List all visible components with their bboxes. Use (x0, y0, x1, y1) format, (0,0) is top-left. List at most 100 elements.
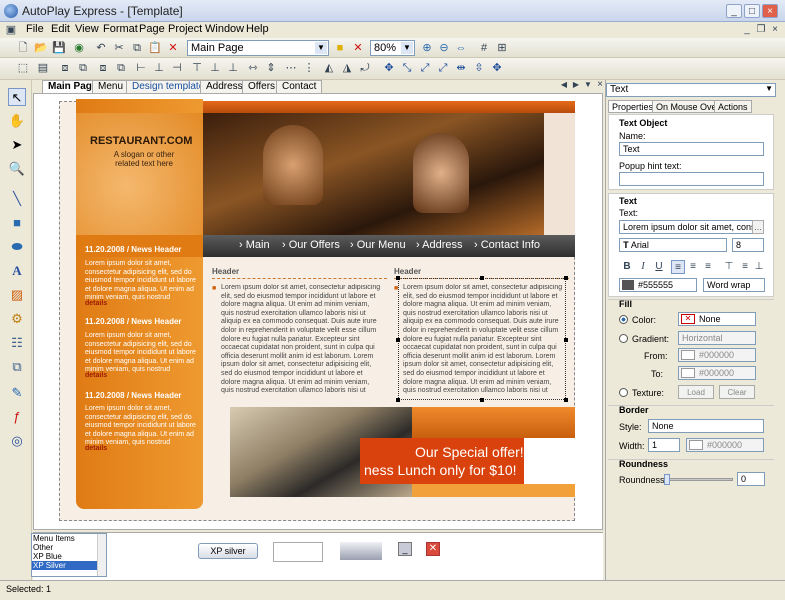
cut-icon[interactable]: ✂ (112, 41, 126, 55)
style-preview-button[interactable]: XP silver (198, 543, 258, 559)
nav-item-menu[interactable]: › Our Menu (350, 239, 406, 251)
italic-icon[interactable]: I (636, 260, 650, 274)
menu-view[interactable]: View (75, 23, 99, 35)
close-button[interactable]: × (762, 4, 778, 18)
nav-item-main[interactable]: › Main (239, 239, 270, 251)
list-item[interactable]: XP Blue (32, 552, 106, 561)
select-all-icon[interactable]: ⬚ (16, 61, 30, 75)
resize-handle[interactable] (396, 338, 400, 342)
transform-icon[interactable]: ✥ (382, 61, 396, 75)
nav-item-address[interactable]: › Address (416, 239, 462, 251)
font-select[interactable]: 𝐓 Arial (619, 238, 727, 252)
paragraph-icon[interactable]: ✎ (8, 384, 26, 402)
gradient-to-select[interactable]: #000000 (678, 366, 756, 380)
valign-top-icon[interactable]: ⊤ (722, 260, 736, 274)
header-photo[interactable] (203, 113, 544, 235)
gradient-radio[interactable] (619, 334, 628, 343)
tab-menu[interactable]: Menu (92, 80, 130, 93)
page-select[interactable]: Main Page ▼ (187, 40, 329, 56)
forward-icon[interactable]: ⧈ (96, 61, 110, 75)
space-v-icon[interactable]: ⋮ (302, 61, 316, 75)
slider-thumb[interactable] (664, 474, 670, 485)
nav-item-contact[interactable]: › Contact Info (474, 239, 540, 251)
tab-properties[interactable]: Properties (608, 100, 658, 113)
align-middle-icon[interactable]: ⊥ (208, 61, 222, 75)
roundness-field[interactable]: 0 (737, 472, 765, 486)
send-back-icon[interactable]: ⧉ (76, 61, 90, 75)
diagonal-icon[interactable]: ⤡ (400, 61, 414, 75)
zoom-select[interactable]: 80% ▼ (370, 40, 415, 56)
grid-icon[interactable]: # (477, 41, 491, 55)
selection-box[interactable] (398, 278, 566, 400)
align-left-icon[interactable]: ≡ (671, 260, 685, 274)
wrap-select[interactable]: Word wrap (703, 278, 765, 292)
menu-edit[interactable]: Edit (51, 23, 70, 35)
resize-handle[interactable] (564, 338, 568, 342)
menu-project[interactable]: Project (168, 23, 202, 35)
button-icon[interactable]: ⚙ (8, 310, 26, 328)
align-left-icon[interactable]: ⊢ (134, 61, 148, 75)
zoom-out-icon[interactable]: ⊖ (437, 41, 451, 55)
resize-handle[interactable] (480, 276, 484, 280)
align-right-icon[interactable]: ≡ (701, 260, 715, 274)
arrow-select-icon[interactable]: ➤ (8, 136, 26, 154)
text-color-select[interactable]: #555555 (619, 278, 697, 292)
resize-handle[interactable] (564, 398, 568, 402)
column-text[interactable]: Lorem ipsum dolor sit amet, consectetur … (221, 284, 381, 396)
news-text[interactable]: Lorem ipsum dolor sit amet, consectetur … (85, 260, 197, 303)
rotate-icon[interactable]: ⤾ (358, 61, 372, 75)
align-bottom-icon[interactable]: ⊥ (226, 61, 240, 75)
clear-texture-button[interactable]: Clear (719, 385, 755, 399)
list-icon[interactable]: ☷ (8, 334, 26, 352)
color-radio[interactable] (619, 315, 628, 324)
backward-icon[interactable]: ⧉ (114, 61, 128, 75)
news-text[interactable]: Lorem ipsum dolor sit amet, consectetur … (85, 405, 197, 448)
name-field[interactable]: Text (619, 142, 764, 156)
news-header[interactable]: 11.20.2008 / News Header (85, 245, 182, 254)
close-preview-icon[interactable]: ✕ (426, 542, 440, 556)
bold-icon[interactable]: B (620, 260, 634, 274)
delete-page-icon[interactable]: ✕ (351, 41, 365, 55)
style-preview-gradient[interactable] (340, 542, 382, 560)
maximize-button[interactable]: □ (744, 4, 760, 18)
bring-front-icon[interactable]: ⧈ (58, 61, 72, 75)
border-color-select[interactable]: #000000 (686, 438, 764, 452)
gradient-from-select[interactable]: #000000 (678, 348, 756, 362)
list-item-selected[interactable]: XP Silver (32, 561, 106, 570)
stretch-icon[interactable]: ⤢ (436, 61, 450, 75)
save-icon[interactable]: 💾 (52, 41, 66, 55)
menu-window[interactable]: Window (205, 23, 244, 35)
group-icon[interactable]: ▤ (36, 61, 50, 75)
list-item[interactable]: Menu Items (32, 534, 106, 543)
image-icon[interactable]: ▨ (8, 286, 26, 304)
undo-icon[interactable]: ↶ (94, 41, 108, 55)
news-details-link[interactable]: details (85, 372, 107, 379)
snap-icon[interactable]: ⊞ (495, 41, 509, 55)
same-width-icon[interactable]: ⇿ (246, 61, 260, 75)
zoom-icon[interactable]: 🔍 (8, 160, 26, 178)
text-field[interactable]: Lorem ipsum dolor sit amet, consectet (619, 220, 753, 234)
edit-text-button[interactable]: … (752, 220, 764, 234)
new-page-icon[interactable]: ■ (333, 41, 347, 55)
zoom-in-icon[interactable]: ⊕ (420, 41, 434, 55)
mdi-close-icon[interactable]: × (768, 23, 782, 37)
align-center-icon[interactable]: ≡ (686, 260, 700, 274)
fill-color-select[interactable]: ✕ None (678, 312, 756, 326)
column-header[interactable]: Header (212, 267, 239, 276)
valign-middle-icon[interactable]: ≡ (738, 260, 752, 274)
zoom-fit-icon[interactable]: ⇔ (454, 41, 468, 55)
news-text[interactable]: Lorem ipsum dolor sit amet, consectetur … (85, 332, 197, 375)
resize-handle[interactable] (564, 276, 568, 280)
news-details-link[interactable]: details (85, 445, 107, 452)
flip-v-icon[interactable]: ◮ (340, 61, 354, 75)
special-offer-box[interactable]: Our Special offer! ness Lunch only for $… (360, 438, 524, 484)
text-icon[interactable]: A (8, 262, 26, 280)
texture-radio[interactable] (619, 388, 628, 397)
center-page-icon[interactable]: ✥ (490, 61, 504, 75)
distribute-v-icon[interactable]: ⇳ (472, 61, 486, 75)
size-select[interactable]: 8 (732, 238, 764, 252)
object-select[interactable]: Text ▼ (606, 83, 776, 97)
ellipse-icon[interactable]: ⬬ (8, 238, 26, 256)
resize-handle[interactable] (396, 398, 400, 402)
flash-icon[interactable]: ƒ (8, 408, 26, 426)
